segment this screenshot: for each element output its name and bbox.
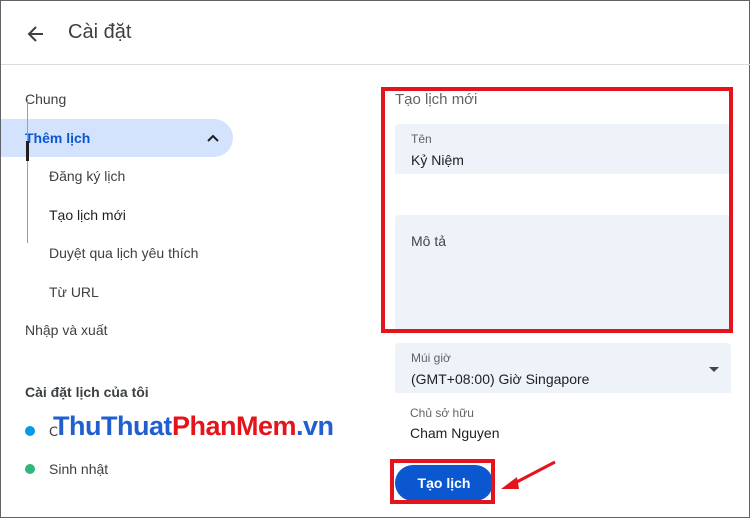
calendar-color-dot [25,464,35,474]
name-field-value: Kỷ Niệm [411,152,464,168]
calendar-color-dot [25,426,35,436]
form-title: Tạo lịch mới [395,91,478,108]
create-calendar-button[interactable]: Tạo lịch [395,465,493,501]
sidebar-item-label: Từ URL [49,284,99,300]
sidebar-item-subscribe[interactable]: Đăng ký lịch [1,157,233,195]
sidebar-item-label: Thêm lịch [25,130,91,146]
watermark-part: .vn [296,411,334,441]
sidebar-item-label: Chung [25,91,67,107]
chevron-up-icon [207,134,219,142]
timezone-select[interactable]: Múi giờ (GMT+08:00) Giờ Singapore [395,343,731,393]
dropdown-arrow-icon [709,367,719,372]
back-button[interactable] [21,19,51,49]
arrow-back-icon [27,26,43,42]
sidebar-item-label: Tạo lịch mới [49,207,126,223]
sidebar-item-import-export[interactable]: Nhập và xuất [1,311,233,349]
sidebar-item-browse[interactable]: Duyệt qua lịch yêu thích [1,234,233,272]
calendar-item-birthdays[interactable]: Sinh nhật [25,457,108,481]
owner-label: Chủ sở hữu [410,406,474,420]
watermark-part: PhanMem [171,411,297,441]
timezone-label: Múi giờ [411,351,451,365]
timezone-value: (GMT+08:00) Giờ Singapore [411,371,590,387]
watermark-part: ThuThuat [53,411,172,441]
name-field[interactable]: Tên Kỷ Niệm [395,124,731,174]
watermark: ThuThuatPhanMem.vn [53,411,334,442]
my-calendars-title: Cài đặt lịch của tôi [25,384,149,400]
description-field[interactable]: Mô tả [395,215,731,329]
description-field-label: Mô tả [411,233,447,249]
owner-value: Cham Nguyen [410,425,500,441]
sidebar-item-label: Nhập và xuất [25,322,108,338]
sidebar-item-label: Duyệt qua lịch yêu thích [49,245,199,261]
name-field-label: Tên [411,132,432,146]
sidebar-item-from-url[interactable]: Từ URL [1,273,233,311]
page-title: Cài đặt [68,21,132,43]
red-arrow-icon [501,460,556,489]
calendar-item-label: Sinh nhật [49,461,109,477]
sidebar-item-add-calendar[interactable]: Thêm lịch [1,119,233,157]
sidebar-item-label: Đăng ký lịch [49,168,126,184]
app-header: Cài đặt [1,1,750,65]
sidebar-item-general[interactable]: Chung [1,80,241,118]
sidebar-item-create-calendar[interactable]: Tạo lịch mới [1,196,233,234]
